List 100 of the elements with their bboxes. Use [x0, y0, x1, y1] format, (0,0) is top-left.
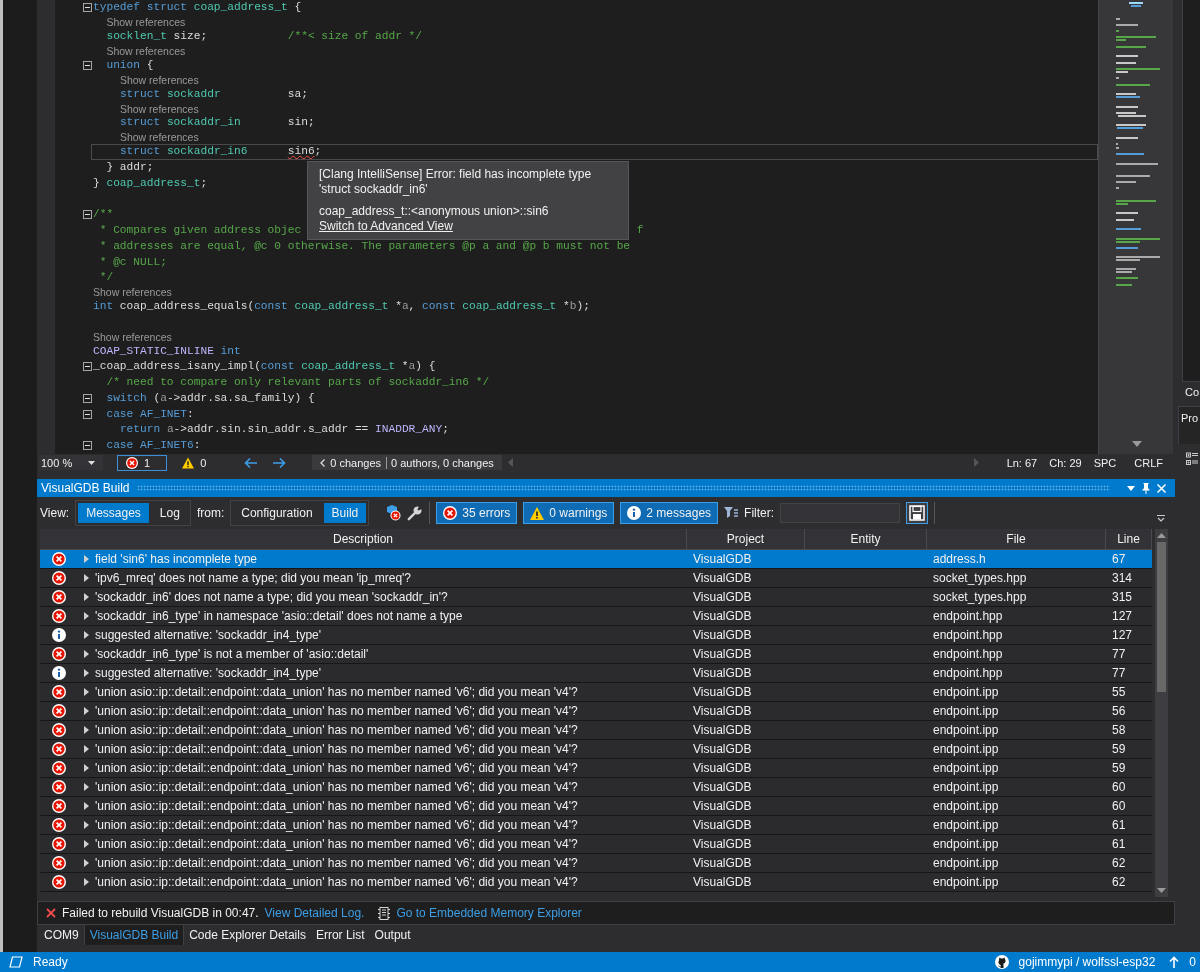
- collapse-icon[interactable]: [83, 210, 92, 220]
- tree-list-icon[interactable]: [1186, 452, 1198, 466]
- table-row[interactable]: 'union asio::ip::detail::endpoint::data_union' has no member named 'v6'; did you mean 'v4'? VisualGDB endpoint.ipp 56: [40, 702, 1152, 721]
- column-indicator: Ch: 29: [1049, 456, 1082, 469]
- warning-filter-button[interactable]: 0 warnings: [523, 502, 615, 524]
- view-tab[interactable]: Log: [151, 503, 188, 523]
- cat-logo-icon[interactable]: [994, 955, 1009, 969]
- expand-icon[interactable]: [84, 802, 89, 810]
- expand-icon[interactable]: [84, 859, 89, 867]
- hexagon-error-icon[interactable]: [385, 505, 402, 521]
- table-row[interactable]: 'union asio::ip::detail::endpoint::data_union' has no member named 'v6'; did you mean 'v4'? VisualGDB endpoint.ipp 62: [40, 854, 1152, 873]
- filter-icon[interactable]: [724, 507, 739, 519]
- left-arrow-icon[interactable]: [244, 456, 259, 469]
- expand-icon[interactable]: [84, 840, 89, 848]
- warning-count-button[interactable]: 0: [173, 454, 217, 471]
- collapse-icon[interactable]: [83, 60, 92, 70]
- table-row[interactable]: 'sockaddr_in6_type' is not a member of 'asio::detail' VisualGDB endpoint.hpp 77: [40, 645, 1152, 664]
- error-icon: [52, 742, 66, 756]
- table-row[interactable]: 'union asio::ip::detail::endpoint::data_union' has no member named 'v6'; did you mean 'v4'? VisualGDB endpoint.ipp 60: [40, 778, 1152, 797]
- expand-icon[interactable]: [84, 574, 89, 582]
- show-references-link[interactable]: Show references: [119, 131, 199, 144]
- source-tab[interactable]: Configuration: [233, 503, 321, 523]
- line-number: 62: [1112, 875, 1126, 889]
- show-references-link[interactable]: Show references: [93, 286, 172, 299]
- show-references-link[interactable]: Show references: [119, 73, 199, 86]
- show-references-link[interactable]: Show references: [119, 102, 199, 115]
- collapse-icon[interactable]: [83, 3, 92, 13]
- error-count-button[interactable]: 1: [117, 454, 168, 471]
- table-row[interactable]: 'union asio::ip::detail::endpoint::data_union' has no member named 'v6'; did you mean 'v4'? VisualGDB endpoint.ipp 58: [40, 721, 1152, 740]
- caret-icon[interactable]: [1127, 485, 1135, 491]
- changes-button[interactable]: 0 changes: [330, 456, 381, 469]
- panel-tab[interactable]: VisualGDB Build: [83, 925, 185, 945]
- table-row[interactable]: 'union asio::ip::detail::endpoint::data_union' has no member named 'v6'; did you mean 'v4'? VisualGDB endpoint.ipp 59: [40, 740, 1152, 759]
- table-row[interactable]: 'ipv6_mreq' does not name a type; did you mean 'ip_mreq'? VisualGDB socket_types.hpp 314: [40, 569, 1152, 588]
- table-row[interactable]: 'union asio::ip::detail::endpoint::data_union' has no member named 'v6'; did you mean 'v4'? VisualGDB endpoint.ipp 60: [40, 797, 1152, 816]
- expand-icon[interactable]: [84, 669, 89, 677]
- expand-icon[interactable]: [84, 745, 89, 753]
- expand-icon[interactable]: [84, 593, 89, 601]
- project-name: VisualGDB: [693, 761, 752, 775]
- scroll-up-icon[interactable]: [1157, 533, 1166, 538]
- zoom-dropdown[interactable]: 100 %: [39, 455, 103, 470]
- detailed-log-link[interactable]: View Detailed Log.: [264, 906, 365, 920]
- push-count[interactable]: 0: [1189, 955, 1196, 969]
- project-name: VisualGDB: [693, 552, 752, 566]
- table-row[interactable]: 'sockaddr_in6' does not name a type; did you mean 'sockaddr_in'? VisualGDB socket_types.hpp 315: [40, 588, 1152, 607]
- tool-window-tab[interactable]: Pro: [1178, 406, 1200, 444]
- expand-icon[interactable]: [84, 650, 89, 658]
- expand-icon[interactable]: [84, 764, 89, 772]
- show-references-link[interactable]: Show references: [93, 330, 172, 343]
- advanced-view-link[interactable]: Switch to Advanced View: [319, 219, 453, 234]
- panel-tab[interactable]: Output: [369, 925, 416, 945]
- show-references-link[interactable]: Show references: [106, 16, 186, 29]
- table-row[interactable]: 'union asio::ip::detail::endpoint::data_union' has no member named 'v6'; did you mean 'v4'? VisualGDB endpoint.ipp 61: [40, 835, 1152, 854]
- expand-icon[interactable]: [84, 612, 89, 620]
- panel-tab[interactable]: COM9: [39, 925, 84, 945]
- table-row[interactable]: field 'sin6' has incomplete type VisualGDB address.h 67: [40, 550, 1152, 569]
- panel-tab[interactable]: Code Explorer Details: [184, 925, 311, 945]
- view-tab[interactable]: Messages: [78, 503, 149, 523]
- table-row[interactable]: 'union asio::ip::detail::endpoint::data_union' has no member named 'v6'; did you mean 'v4'? VisualGDB endpoint.ipp 59: [40, 759, 1152, 778]
- code-line: case AF_INET6:: [106, 439, 201, 453]
- table-row[interactable]: suggested alternative: 'sockaddr_in4_type' VisualGDB endpoint.hpp 127: [40, 626, 1152, 645]
- expand-icon[interactable]: [84, 878, 89, 886]
- expand-icon[interactable]: [84, 688, 89, 696]
- close-icon[interactable]: [1157, 483, 1166, 493]
- wrench-icon[interactable]: [407, 505, 424, 521]
- repository-name[interactable]: gojimmypi / wolfssl-esp32: [1018, 955, 1156, 969]
- right-arrow-icon[interactable]: [272, 456, 287, 469]
- table-row[interactable]: 'union asio::ip::detail::endpoint::data_union' has no member named 'v6'; did you mean 'v4'? VisualGDB endpoint.ipp 62: [40, 873, 1152, 892]
- expand-icon[interactable]: [84, 707, 89, 715]
- expand-icon[interactable]: [84, 726, 89, 734]
- scroll-down-icon[interactable]: [1157, 888, 1166, 893]
- table-row[interactable]: 'union asio::ip::detail::endpoint::data_union' has no member named 'v6'; did you mean 'v4'? VisualGDB endpoint.ipp 55: [40, 683, 1152, 702]
- panel-tab[interactable]: Error List: [310, 925, 370, 945]
- table-row[interactable]: 'sockaddr_in6_type' in namespace 'asio::detail' does not name a type VisualGDB endpoint.hpp 127: [40, 607, 1152, 626]
- memory-explorer-link[interactable]: Go to Embedded Memory Explorer: [396, 906, 582, 920]
- expand-icon[interactable]: [84, 821, 89, 829]
- collapse-icon[interactable]: [83, 441, 92, 451]
- table-row[interactable]: suggested alternative: 'sockaddr_in4_type' VisualGDB endpoint.hpp 77: [40, 664, 1152, 683]
- expand-icon[interactable]: [84, 783, 89, 791]
- chevron-left-icon[interactable]: [320, 458, 326, 467]
- source-tab[interactable]: Build: [323, 503, 367, 523]
- show-references-link[interactable]: Show references: [106, 45, 186, 58]
- code-line: */: [98, 271, 114, 285]
- authors-button[interactable]: 0 authors, 0 changes: [386, 456, 494, 469]
- expand-icon[interactable]: [84, 631, 89, 639]
- chevron-down-icon[interactable]: [1157, 514, 1165, 522]
- error-filter-button[interactable]: 35 errors: [436, 502, 518, 524]
- collapse-icon[interactable]: [83, 393, 92, 403]
- pin-icon[interactable]: [1142, 482, 1150, 494]
- minimap-panel[interactable]: [1098, 0, 1173, 454]
- save-button[interactable]: [906, 502, 929, 524]
- scroll-down-icon[interactable]: [1132, 441, 1142, 447]
- table-row[interactable]: 'union asio::ip::detail::endpoint::data_union' has no member named 'v6'; did you mean 'v4'? VisualGDB endpoint.ipp 61: [40, 816, 1152, 835]
- collapse-icon[interactable]: [83, 409, 92, 419]
- info-filter-button[interactable]: 2 messages: [620, 502, 719, 524]
- collapse-icon[interactable]: [83, 362, 92, 372]
- vertical-scrollbar[interactable]: [1155, 529, 1168, 897]
- code-line: } coap_address_t;: [93, 176, 208, 190]
- up-arrow-icon[interactable]: [1169, 956, 1180, 968]
- scrollbar-thumb[interactable]: [1157, 542, 1166, 692]
